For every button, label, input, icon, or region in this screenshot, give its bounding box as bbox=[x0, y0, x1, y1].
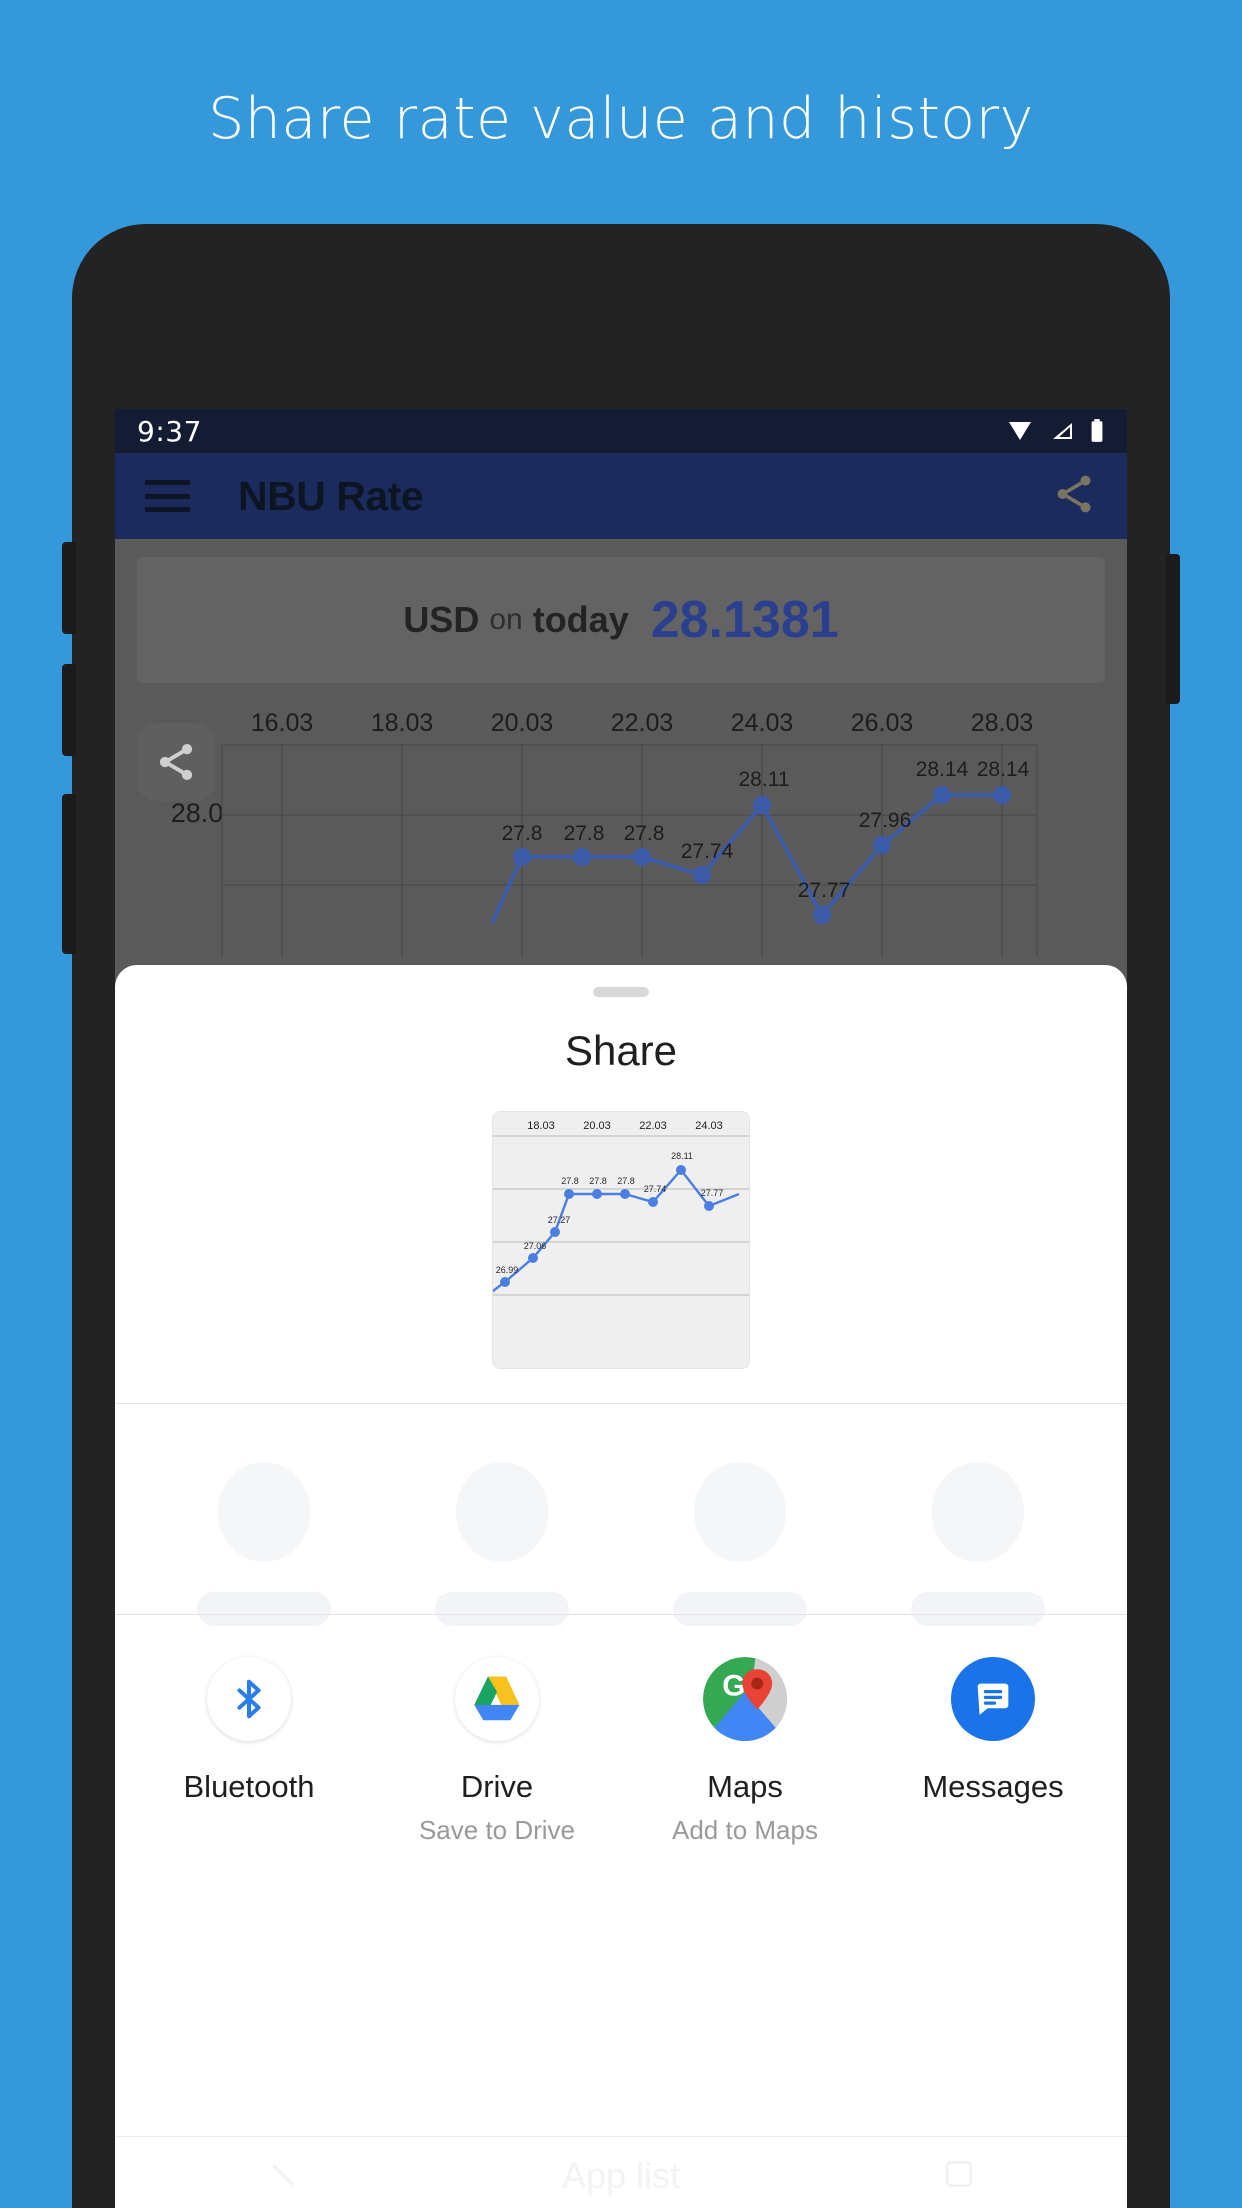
preview-point-label: 27.8 bbox=[589, 1176, 607, 1186]
preview-point-label: 27.8 bbox=[617, 1176, 635, 1186]
status-bar: 9:37 bbox=[115, 409, 1127, 453]
preview-x-tick: 20.03 bbox=[583, 1120, 611, 1132]
skeleton-avatar bbox=[932, 1462, 1024, 1562]
battery-icon bbox=[1089, 418, 1105, 444]
skeleton-avatar bbox=[456, 1462, 548, 1562]
rate-currency: USD bbox=[403, 599, 480, 640]
system-nav-bar: App list bbox=[115, 2136, 1127, 2208]
share-target-label: Maps bbox=[707, 1769, 783, 1804]
phone-frame: 9:37 NBU Rate USD on today 28.1381 16.03… bbox=[62, 224, 1180, 2208]
x-tick-label: 28.03 bbox=[971, 709, 1034, 737]
preview-point-label: 27.8 bbox=[561, 1176, 579, 1186]
preview-point-label: 27.77 bbox=[701, 1188, 724, 1198]
bluetooth-icon bbox=[207, 1657, 291, 1741]
share-target-sublabel: Save to Drive bbox=[418, 1815, 576, 1845]
skeleton-item bbox=[197, 1462, 331, 1626]
messages-icon bbox=[951, 1657, 1035, 1741]
x-tick-label: 20.03 bbox=[491, 709, 554, 737]
wifi-icon bbox=[1005, 419, 1035, 443]
skeleton-item bbox=[673, 1462, 807, 1626]
google-maps-icon: G bbox=[703, 1657, 787, 1741]
x-tick-label: 16.03 bbox=[251, 709, 314, 737]
signal-icon bbox=[1048, 419, 1076, 443]
share-target-maps[interactable]: G Maps Add to Maps bbox=[645, 1657, 845, 1846]
preview-x-tick: 18.03 bbox=[527, 1120, 555, 1132]
share-target-label: Drive bbox=[460, 1769, 534, 1804]
point-label: 28.14 bbox=[977, 758, 1030, 781]
x-tick-label: 24.03 bbox=[731, 709, 794, 737]
rate-value: 28.1381 bbox=[650, 591, 839, 649]
preview-point-label: 27.74 bbox=[644, 1184, 667, 1194]
point-label: 27.8 bbox=[624, 822, 665, 845]
share-target-label: Messages bbox=[922, 1769, 1064, 1804]
share-preview-thumbnail[interactable]: 18.03 20.03 22.03 24.03 26.99 27.06 27.2… bbox=[492, 1111, 750, 1369]
phone-screen: 9:37 NBU Rate USD on today 28.1381 16.03… bbox=[115, 409, 1127, 2208]
skeleton-avatar bbox=[218, 1462, 310, 1562]
svg-text:G: G bbox=[722, 1670, 745, 1703]
point-label: 27.74 bbox=[681, 840, 734, 863]
preview-point-label: 26.99 bbox=[496, 1265, 519, 1275]
skeleton-avatar bbox=[694, 1462, 786, 1562]
chart-canvas: 16.03 18.03 20.03 22.03 24.03 26.03 28.0… bbox=[171, 709, 1038, 957]
point-label: 27.96 bbox=[859, 809, 912, 832]
point-label: 28.14 bbox=[916, 758, 969, 781]
point-label: 28.11 bbox=[739, 768, 790, 791]
rate-card: USD on today 28.1381 bbox=[137, 557, 1105, 683]
app-bar-title: NBU Rate bbox=[238, 472, 424, 519]
share-icon[interactable] bbox=[1051, 471, 1097, 521]
drag-handle[interactable] bbox=[593, 987, 649, 997]
rate-history-chart: 16.03 18.03 20.03 22.03 24.03 26.03 28.0… bbox=[137, 697, 1105, 957]
x-tick-label: 26.03 bbox=[851, 709, 914, 737]
right-side-button[interactable] bbox=[1166, 554, 1180, 704]
share-target-label: Bluetooth bbox=[183, 1769, 315, 1804]
share-target-messages[interactable]: Messages bbox=[893, 1657, 1093, 1815]
skeleton-item bbox=[435, 1462, 569, 1626]
share-sheet-title: Share bbox=[564, 1027, 678, 1074]
hamburger-menu-icon[interactable] bbox=[145, 480, 190, 512]
point-label: 27.8 bbox=[502, 822, 543, 845]
preview-point-label: 27.06 bbox=[524, 1241, 547, 1251]
share-target-drive[interactable]: Drive Save to Drive bbox=[397, 1657, 597, 1846]
preview-chart-canvas: 18.03 20.03 22.03 24.03 26.99 27.06 27.2… bbox=[493, 1112, 749, 1368]
volume-down-button[interactable] bbox=[62, 664, 76, 756]
preview-x-tick: 24.03 bbox=[695, 1120, 723, 1132]
y-tick-label: 28.0 bbox=[171, 798, 224, 828]
point-label: 27.77 bbox=[798, 879, 851, 902]
x-tick-label: 22.03 bbox=[611, 709, 674, 737]
share-target-sublabel: Add to Maps bbox=[672, 1815, 818, 1845]
rate-day: today bbox=[532, 599, 629, 640]
nav-watermark: App list bbox=[561, 2154, 681, 2196]
point-label: 27.8 bbox=[564, 822, 605, 845]
preview-point-label: 27.27 bbox=[548, 1215, 571, 1225]
loading-targets-row bbox=[115, 1404, 1127, 1626]
status-clock: 9:37 bbox=[137, 414, 202, 448]
power-button[interactable] bbox=[62, 794, 76, 954]
preview-point-label: 28.11 bbox=[671, 1151, 693, 1161]
rate-connector: on bbox=[489, 603, 523, 636]
share-targets-row: Bluetooth Drive Save to Drive G Maps Add… bbox=[115, 1615, 1127, 2136]
share-target-bluetooth[interactable]: Bluetooth bbox=[149, 1657, 349, 1815]
x-tick-label: 18.03 bbox=[371, 709, 434, 737]
preview-x-tick: 22.03 bbox=[639, 1120, 667, 1132]
page-title: Share rate value and history bbox=[208, 86, 1034, 152]
share-bottom-sheet: Share 18.03 20.03 22.03 24.03 26.99 27.0… bbox=[115, 965, 1127, 2208]
skeleton-item bbox=[911, 1462, 1045, 1626]
app-bar: NBU Rate bbox=[115, 453, 1127, 539]
volume-up-button[interactable] bbox=[62, 542, 76, 634]
google-drive-icon bbox=[455, 1657, 539, 1741]
